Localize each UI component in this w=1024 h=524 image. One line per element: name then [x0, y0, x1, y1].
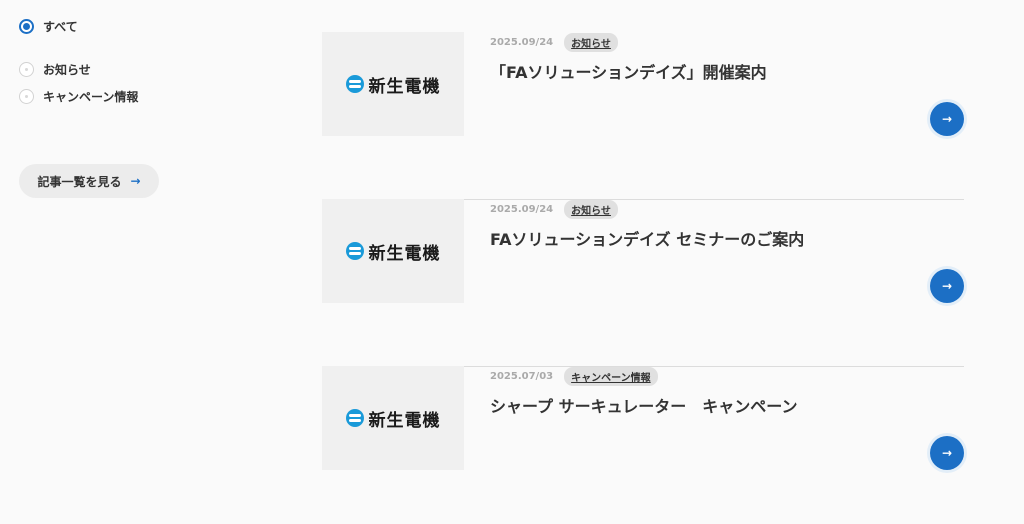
filter-label: お知らせ [43, 63, 91, 77]
radio-button[interactable] [19, 62, 34, 77]
filter-option-all[interactable]: すべて [19, 18, 199, 35]
article-date: 2025.09/24 [490, 204, 554, 215]
filter-option-news[interactable]: お知らせ [19, 61, 199, 78]
filter-option-campaign[interactable]: キャンペーン情報 [19, 88, 199, 105]
logo-mark-icon [345, 75, 364, 93]
filter-label: すべて [43, 20, 78, 34]
arrow-right-icon: → [941, 446, 953, 460]
news-page: すべて お知らせ キャンペーン情報 記事一覧を見る → 新生電機 2025.09… [0, 0, 1024, 524]
article-thumbnail[interactable]: 新生電機 [322, 32, 464, 136]
article-title[interactable]: FAソリューションデイズ セミナーのご案内 [490, 226, 804, 250]
article-meta: 2025.07/03 キャンペーン情報 [490, 367, 658, 386]
category-tag[interactable]: お知らせ [564, 200, 618, 219]
logo-text: 新生電機 [368, 243, 441, 264]
company-logo: 新生電機 [345, 239, 441, 264]
filter-label: キャンペーン情報 [43, 90, 139, 104]
arrow-right-icon: → [941, 112, 953, 126]
category-tag[interactable]: お知らせ [564, 33, 618, 52]
arrow-right-icon: → [941, 279, 953, 293]
article-meta: 2025.09/24 お知らせ [490, 33, 618, 52]
article-title[interactable]: 「FAソリューションデイズ」開催案内 [490, 59, 767, 83]
view-all-articles-button[interactable]: 記事一覧を見る → [19, 164, 159, 198]
radio-button-checked[interactable] [19, 19, 34, 34]
company-logo: 新生電機 [345, 406, 441, 431]
article-card[interactable]: 新生電機 2025.09/24 お知らせ 「FAソリューションデイズ」開催案内 … [322, 32, 964, 200]
company-logo: 新生電機 [345, 72, 441, 97]
article-meta: 2025.09/24 お知らせ [490, 200, 618, 219]
category-filter: すべて お知らせ キャンペーン情報 [19, 18, 199, 115]
logo-mark-icon [345, 409, 364, 427]
article-thumbnail[interactable]: 新生電機 [322, 199, 464, 303]
article-thumbnail[interactable]: 新生電機 [322, 366, 464, 470]
radio-button[interactable] [19, 89, 34, 104]
article-date: 2025.09/24 [490, 37, 554, 48]
article-title[interactable]: シャープ サーキュレーター キャンペーン [490, 393, 798, 417]
article-card[interactable]: 新生電機 2025.09/24 お知らせ FAソリューションデイズ セミナーのご… [322, 199, 964, 367]
logo-text: 新生電機 [368, 76, 441, 97]
read-more-button[interactable]: → [930, 436, 964, 470]
category-tag[interactable]: キャンペーン情報 [564, 367, 658, 386]
logo-mark-icon [345, 242, 364, 260]
read-more-button[interactable]: → [930, 102, 964, 136]
article-card[interactable]: 新生電機 2025.07/03 キャンペーン情報 シャープ サーキュレーター キ… [322, 366, 964, 524]
view-all-label: 記事一覧を見る [37, 174, 122, 189]
article-date: 2025.07/03 [490, 371, 554, 382]
arrow-right-icon: → [130, 174, 141, 188]
logo-text: 新生電機 [368, 410, 441, 431]
read-more-button[interactable]: → [930, 269, 964, 303]
